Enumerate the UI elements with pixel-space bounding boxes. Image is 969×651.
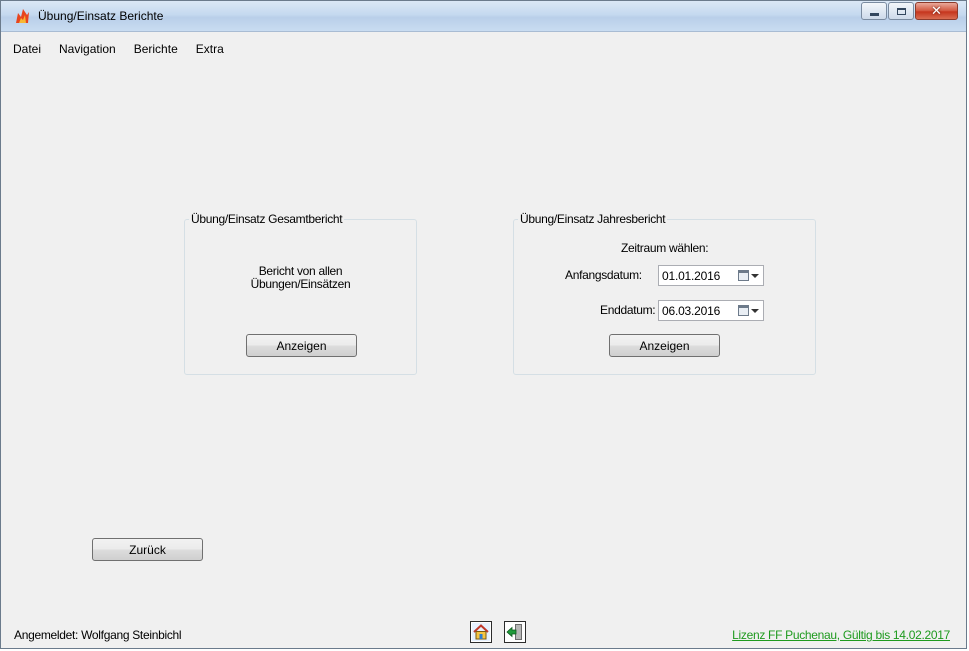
- minimize-button[interactable]: [861, 2, 887, 20]
- menu-datei[interactable]: Datei: [1, 39, 50, 59]
- maximize-button[interactable]: [888, 2, 914, 20]
- menu-extra[interactable]: Extra: [187, 39, 233, 59]
- home-icon: [472, 623, 490, 641]
- gesamtbericht-legend: Übung/Einsatz Gesamtbericht: [189, 212, 345, 226]
- license-link[interactable]: Lizenz FF Puchenau, Gültig bis 14.02.201…: [732, 628, 950, 642]
- gesamtbericht-group: Übung/Einsatz Gesamtbericht Bericht von …: [184, 212, 417, 375]
- jahresbericht-group: Übung/Einsatz Jahresbericht Zeitraum wäh…: [513, 212, 816, 375]
- logout-button[interactable]: [504, 621, 526, 643]
- window-title: Übung/Einsatz Berichte: [38, 9, 164, 23]
- end-date-value[interactable]: 06.03.2016: [659, 304, 738, 318]
- back-button[interactable]: Zurück: [92, 538, 203, 561]
- maximize-icon: [896, 7, 906, 15]
- calendar-icon: [738, 305, 749, 316]
- minimize-icon: [869, 12, 879, 16]
- title-bar[interactable]: Übung/Einsatz Berichte ✕: [1, 1, 966, 32]
- menu-berichte[interactable]: Berichte: [125, 39, 187, 59]
- menu-navigation[interactable]: Navigation: [50, 39, 125, 59]
- start-date-value[interactable]: 01.01.2016: [659, 269, 738, 283]
- application-window: Übung/Einsatz Berichte ✕ Datei Navigatio…: [0, 0, 967, 649]
- end-date-picker[interactable]: 06.03.2016: [658, 300, 764, 321]
- start-date-dropdown[interactable]: [738, 270, 759, 281]
- logged-in-user: Angemeldet: Wolfgang Steinbichl: [14, 628, 182, 642]
- end-date-label: Enddatum:: [600, 303, 656, 317]
- jahresbericht-legend: Übung/Einsatz Jahresbericht: [518, 212, 668, 226]
- gesamtbericht-show-button[interactable]: Anzeigen: [246, 334, 357, 357]
- start-date-label: Anfangsdatum:: [565, 268, 642, 282]
- start-date-picker[interactable]: 01.01.2016: [658, 265, 764, 286]
- close-icon: ✕: [931, 3, 942, 19]
- home-button[interactable]: [470, 621, 492, 643]
- jahresbericht-show-button[interactable]: Anzeigen: [609, 334, 720, 357]
- caption-buttons: ✕: [860, 2, 958, 20]
- end-date-dropdown[interactable]: [738, 305, 759, 316]
- chevron-down-icon: [751, 308, 759, 313]
- zeitraum-heading: Zeitraum wählen:: [621, 241, 709, 255]
- calendar-icon: [738, 270, 749, 281]
- menu-bar: Datei Navigation Berichte Extra: [1, 39, 233, 59]
- description-line-2: Übungen/Einsätzen: [250, 277, 351, 291]
- chevron-down-icon: [751, 273, 759, 278]
- gesamtbericht-description: Bericht von allen Übungen/Einsätzen: [185, 265, 416, 291]
- app-flame-icon: [16, 9, 29, 23]
- close-button[interactable]: ✕: [915, 2, 958, 20]
- exit-door-icon: [506, 624, 522, 640]
